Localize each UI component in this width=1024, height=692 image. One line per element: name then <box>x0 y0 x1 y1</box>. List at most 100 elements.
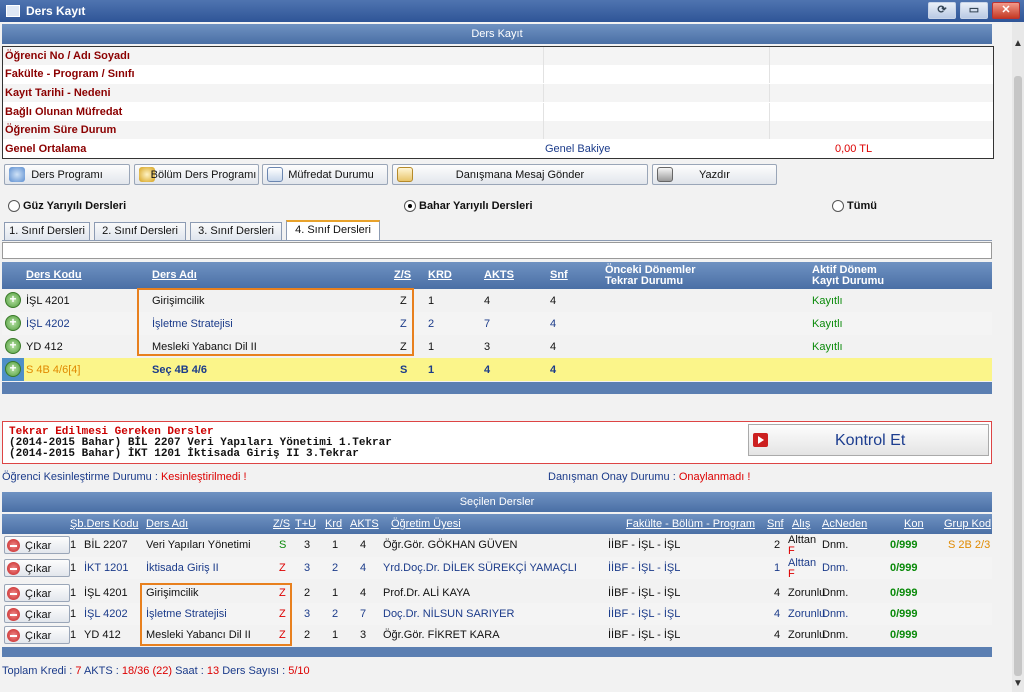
ders-programi-button[interactable]: Ders Programı <box>4 164 130 185</box>
add-icon[interactable]: + <box>5 315 21 331</box>
row-code: İŞL 4201 <box>84 587 128 599</box>
cikar-button[interactable]: Çıkar <box>4 626 70 644</box>
col-ders-adi[interactable]: Ders Adı <box>152 269 197 281</box>
radio-icon <box>832 200 844 213</box>
col-fakulte[interactable]: Fakülte - Bölüm - Program <box>626 518 755 530</box>
row-instructor: Öğr.Gör. GÖKHAN GÜVEN <box>383 539 518 551</box>
row-name: Veri Yapıları Yönetimi <box>146 539 251 551</box>
course-snf: 4 <box>550 364 557 376</box>
col-akts[interactable]: AKTS <box>484 269 514 281</box>
highlight-box <box>140 583 292 646</box>
remove-icon <box>7 587 20 600</box>
cikar-button[interactable]: Çıkar <box>4 536 70 554</box>
row-instructor: Öğr.Gör. FİKRET KARA <box>383 629 500 641</box>
close-button[interactable]: ✕ <box>992 2 1020 19</box>
row-snf: 4 <box>774 587 781 599</box>
row-sb: 1 <box>70 562 77 574</box>
row-acneden: Dnm. <box>822 562 849 574</box>
row-faculty: İİBF - İŞL - İŞL <box>608 587 681 599</box>
info-label: Fakülte - Program / Sınıfı <box>5 68 135 80</box>
window-titlebar: Ders Kayıt ⟳ ▭ ✕ <box>0 0 1024 22</box>
row-instructor: Prof.Dr. ALİ KAYA <box>383 587 471 599</box>
radio-label: Güz Yarıyılı Dersleri <box>23 200 127 212</box>
cikar-button[interactable]: Çıkar <box>4 584 70 602</box>
course-snf: 4 <box>550 295 557 307</box>
col-ders-adi[interactable]: Ders Adı <box>146 518 188 530</box>
col-sb[interactable]: Şb.Ders Kodu <box>70 518 138 530</box>
col-grup[interactable]: Grup Kod <box>944 518 991 530</box>
danismana-mesaj-button[interactable]: Danışmana Mesaj Gönder <box>392 164 648 185</box>
row-sb: 1 <box>70 587 77 599</box>
row-instructor: Doç.Dr. NİLSUN SARIYER <box>383 608 515 620</box>
course-krd: 1 <box>428 364 435 376</box>
tab-1-sinif[interactable]: 1. Sınıf Dersleri <box>4 222 90 240</box>
yazdir-button[interactable]: Yazdır <box>652 164 777 185</box>
scroll-down-icon[interactable]: ▼ <box>1013 678 1023 689</box>
tab-3-sinif[interactable]: 3. Sınıf Dersleri <box>190 222 282 240</box>
row-krd: 1 <box>332 629 339 641</box>
mufredat-durumu-button[interactable]: Müfredat Durumu <box>262 164 388 185</box>
course-akts: 7 <box>484 318 491 330</box>
row-alis: Zorunlu <box>788 587 826 599</box>
tab-4-sinif[interactable]: 4. Sınıf Dersleri <box>286 220 380 240</box>
selected-grid-header: Şb.Ders Kodu Ders Adı Z/S T+U Krd AKTS Ö… <box>2 514 992 534</box>
scroll-up-icon[interactable]: ▲ <box>1013 38 1023 49</box>
refresh-button[interactable]: ⟳ <box>928 2 956 19</box>
tab-2-sinif[interactable]: 2. Sınıf Dersleri <box>94 222 186 240</box>
bolum-ders-programi-button[interactable]: Bölüm Ders Programı <box>134 164 259 185</box>
remove-icon <box>7 629 20 642</box>
info-row: Öğrenim Süre Durum <box>3 121 993 139</box>
col-snf[interactable]: Snf <box>767 518 784 530</box>
balance-value: 0,00 TL <box>835 143 873 155</box>
bahar-radio[interactable]: Bahar Yarıyılı Dersleri <box>404 200 533 213</box>
kontrol-et-button[interactable]: Kontrol Et <box>748 424 989 456</box>
row-code: BİL 2207 <box>84 539 128 551</box>
row-snf: 4 <box>774 629 781 641</box>
filter-input[interactable] <box>2 242 992 259</box>
row-kon: 0/999 <box>890 587 918 599</box>
remove-icon <box>7 562 20 575</box>
tumu-radio[interactable]: Tümü <box>832 200 877 213</box>
remove-icon <box>7 539 20 552</box>
course-name: Seç 4B 4/6 <box>152 364 208 376</box>
course-grid-footer <box>2 382 992 394</box>
button-label: Çıkar <box>25 588 52 600</box>
status-value: Kesinleştirilmedi ! <box>160 471 247 483</box>
add-icon[interactable]: + <box>5 361 21 377</box>
cikar-button[interactable]: Çıkar <box>4 559 70 577</box>
col-zs[interactable]: Z/S <box>394 269 411 281</box>
col-akts[interactable]: AKTS <box>350 518 379 530</box>
col-snf[interactable]: Snf <box>550 269 568 281</box>
scroll-thumb[interactable] <box>1014 76 1022 676</box>
info-label: Genel Ortalama <box>5 143 87 155</box>
course-zs: S <box>400 364 408 376</box>
radio-label: Bahar Yarıyılı Dersleri <box>419 200 533 212</box>
col-alis[interactable]: Alış <box>792 518 810 530</box>
info-label: Bağlı Olunan Müfredat <box>5 106 123 118</box>
totals-sayi: 5/10 <box>288 665 310 677</box>
maximize-button[interactable]: ▭ <box>960 2 988 19</box>
add-icon[interactable]: + <box>5 338 21 354</box>
col-zs[interactable]: Z/S <box>273 518 290 530</box>
col-krd[interactable]: KRD <box>428 269 452 281</box>
radio-selected-icon <box>404 200 416 213</box>
row-tu: 2 <box>304 587 311 599</box>
course-akts: 4 <box>484 364 491 376</box>
col-tu[interactable]: T+U <box>295 518 316 530</box>
highlight-box <box>137 288 414 356</box>
totals-saat: 13 <box>206 665 220 677</box>
row-acneden: Dnm. <box>822 587 849 599</box>
col-krd[interactable]: Krd <box>325 518 342 530</box>
row-akts: 4 <box>360 539 367 551</box>
col-ders-kodu[interactable]: Ders Kodu <box>26 269 82 281</box>
course-code: İŞL 4201 <box>26 295 70 307</box>
radio-label: Tümü <box>847 200 877 212</box>
vertical-scrollbar[interactable]: ▲ ▼ <box>1012 22 1024 692</box>
col-kon[interactable]: Kon <box>904 518 924 530</box>
add-icon[interactable]: + <box>5 292 21 308</box>
remove-icon <box>7 608 20 621</box>
col-acneden[interactable]: AcNeden <box>822 518 867 530</box>
cikar-button[interactable]: Çıkar <box>4 605 70 623</box>
guz-radio[interactable]: Güz Yarıyılı Dersleri <box>8 200 127 213</box>
col-ogretim[interactable]: Öğretim Üyesi <box>391 518 461 530</box>
